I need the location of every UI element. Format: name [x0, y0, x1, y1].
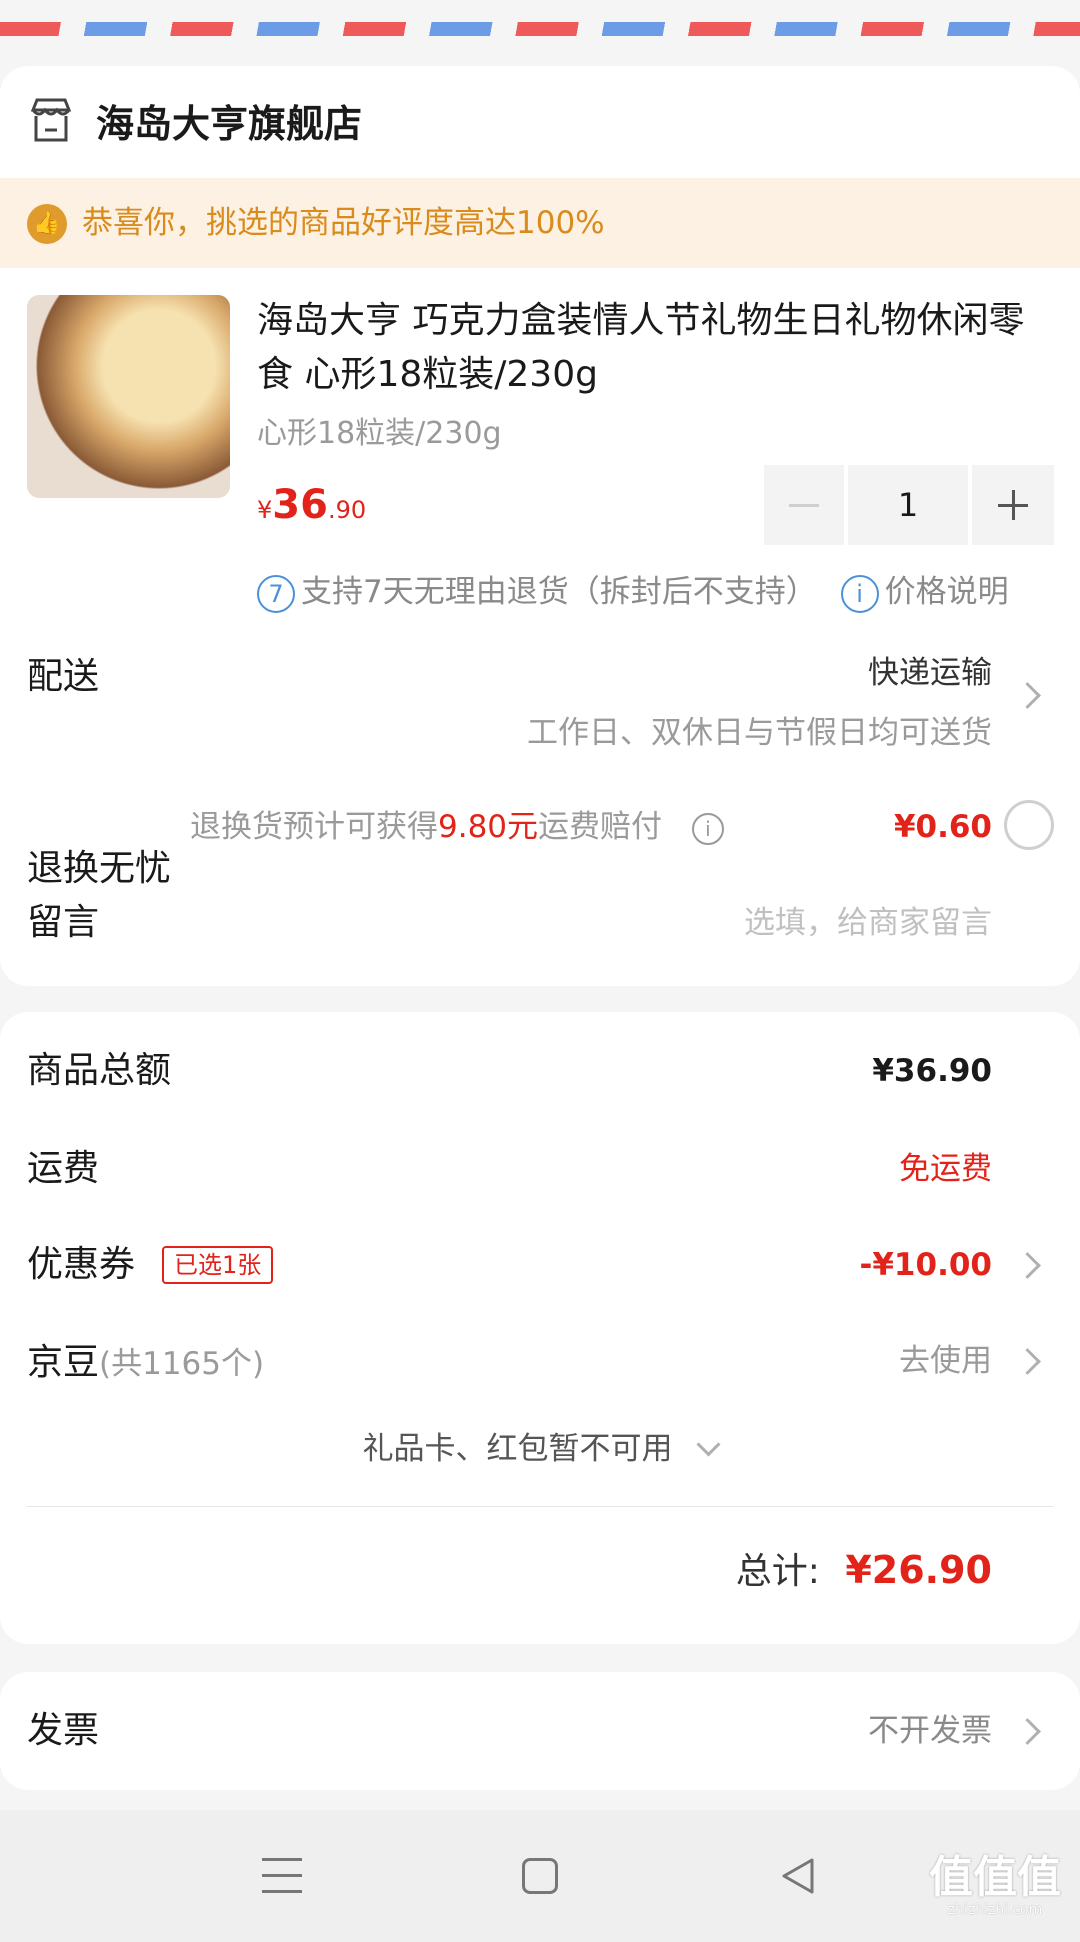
airmail-stripe: [0, 22, 1080, 36]
chevron-down-icon: [696, 1432, 721, 1457]
message-input[interactable]: 选填，给商家留言: [744, 902, 992, 944]
beans-action[interactable]: 去使用: [899, 1340, 992, 1382]
return-insurance-desc: 退换货预计可获得9.80元运费赔付 i: [190, 806, 724, 848]
after-sale-row[interactable]: 7 支持7天无理由退货（拆封后不支持） i 价格说明: [257, 566, 1009, 613]
watermark-text: 值值值: [929, 1852, 1061, 1903]
giftcard-text: 礼品卡、红包暂不可用: [362, 1431, 673, 1467]
divider: [27, 1506, 1053, 1507]
coupon-badge: 已选1张: [162, 1246, 274, 1284]
delivery-note: 工作日、双休日与节假日均可送货: [527, 715, 992, 751]
total-row: 总计: ¥26.90: [736, 1546, 992, 1596]
delivery-chevron-icon[interactable]: [1014, 682, 1041, 709]
after-sale-text: 支持7天无理由退货（拆封后不支持）: [301, 574, 817, 610]
seven-day-icon: 7: [257, 574, 295, 613]
plus-button[interactable]: [972, 465, 1054, 545]
total-label: 总计:: [735, 1551, 820, 1592]
info-small-icon[interactable]: i: [691, 812, 724, 845]
info-icon: i: [840, 574, 879, 613]
product-image[interactable]: [27, 295, 230, 498]
product-spec: 心形18粒装/230g: [257, 416, 502, 451]
return-insurance-price: ¥0.60: [893, 809, 992, 845]
beans-label: 京豆(共1165个): [27, 1340, 264, 1387]
quantity-input[interactable]: 1: [848, 465, 968, 545]
price-note-link[interactable]: 价格说明: [885, 574, 1009, 610]
giftcard-toggle[interactable]: 礼品卡、红包暂不可用: [0, 1428, 1080, 1470]
watermark: 值值值 zhizhizhi.com: [920, 1852, 1070, 1919]
return-desc-suffix: 运费赔付: [538, 809, 663, 845]
back-triangle-icon[interactable]: [778, 1856, 818, 1900]
message-label: 留言: [27, 902, 100, 943]
return-insurance-label: 退换无忧: [27, 848, 172, 889]
shipping-label: 运费: [27, 1148, 100, 1189]
beans-chevron-icon[interactable]: [1014, 1348, 1041, 1375]
watermark-url: zhizhizhi.com: [947, 1902, 1043, 1918]
order-item-card: 海岛大亨旗舰店 👍 恭喜你，挑选的商品好评度高达100% 海岛大亨 巧克力盒装情…: [0, 66, 1080, 986]
beans-title: 京豆: [27, 1342, 100, 1383]
subtotal-value: ¥36.90: [872, 1053, 992, 1089]
product-price: ¥36.90: [257, 482, 366, 528]
quantity-stepper: 1: [764, 465, 1054, 545]
invoice-value[interactable]: 不开发票: [868, 1710, 992, 1752]
return-insurance-checkbox[interactable]: [1004, 800, 1054, 850]
invoice-label: 发票: [27, 1710, 100, 1751]
return-desc-prefix: 退换货预计可获得: [190, 809, 438, 845]
minus-icon: [789, 504, 819, 507]
subtotal-label: 商品总额: [27, 1050, 172, 1091]
home-square-icon[interactable]: [522, 1858, 558, 1894]
product-name[interactable]: 海岛大亨 巧克力盒装情人节礼物生日礼物休闲零食 心形18粒装/230g: [257, 294, 1037, 402]
price-summary-card: 商品总额 ¥36.90 运费 免运费 优惠券 已选1张 -¥10.00 京豆(共…: [0, 1012, 1080, 1644]
praise-banner: 👍 恭喜你，挑选的商品好评度高达100%: [0, 178, 1080, 268]
beans-count: (共1165个): [99, 1346, 265, 1382]
minus-button[interactable]: [764, 465, 844, 545]
coupon-chevron-icon[interactable]: [1014, 1252, 1041, 1279]
price-symbol: ¥: [257, 496, 273, 524]
price-dec: .90: [327, 496, 367, 524]
shipping-value: 免运费: [899, 1151, 992, 1187]
delivery-method[interactable]: 快递运输: [868, 652, 992, 694]
coupon-label: 优惠券: [27, 1244, 136, 1285]
store-name[interactable]: 海岛大亨旗舰店: [96, 100, 362, 148]
system-nav-bar: 值值值 zhizhizhi.com: [0, 1810, 1080, 1942]
menu-icon[interactable]: [262, 1858, 302, 1894]
price-int: 36: [272, 482, 328, 528]
coupon-value[interactable]: -¥10.00: [860, 1244, 993, 1286]
store-icon: [27, 96, 75, 144]
return-desc-amount: 9.80元: [438, 809, 539, 845]
delivery-label: 配送: [27, 656, 100, 697]
invoice-card[interactable]: 发票 不开发票: [0, 1672, 1080, 1790]
banner-text: 恭喜你，挑选的商品好评度高达100%: [82, 205, 605, 241]
invoice-chevron-icon[interactable]: [1014, 1718, 1041, 1745]
total-value: ¥26.90: [845, 1548, 992, 1592]
thumbs-up-icon: 👍: [27, 204, 67, 244]
